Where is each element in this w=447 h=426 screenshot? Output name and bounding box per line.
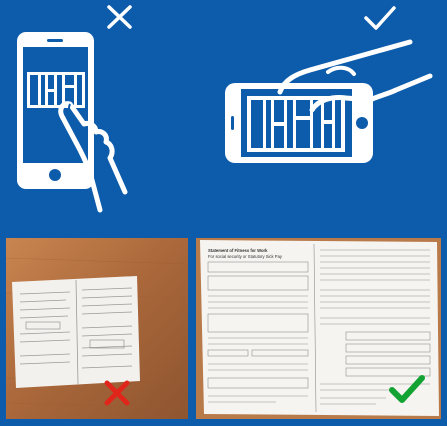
photo-form-close-up: Statement of Fitness for Work For social… bbox=[196, 238, 441, 419]
form-subtitle: For social security or Statutory Sick Pa… bbox=[208, 254, 283, 259]
photo-form-too-far bbox=[6, 238, 188, 419]
phone-landscape-hand-icon bbox=[225, 6, 433, 163]
check-icon bbox=[364, 6, 396, 30]
form-title: Statement of Fitness for Work bbox=[208, 248, 268, 253]
